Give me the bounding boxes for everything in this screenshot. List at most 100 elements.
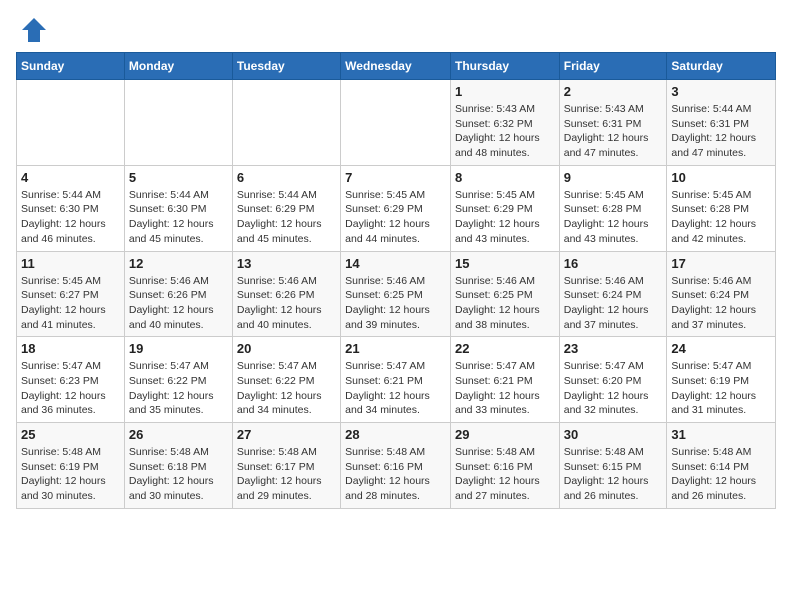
day-info: Sunrise: 5:47 AM Sunset: 6:20 PM Dayligh… <box>564 359 663 418</box>
week-row-1: 1 Sunrise: 5:43 AM Sunset: 6:32 PM Daylig… <box>17 80 776 166</box>
week-row-3: 11Sunrise: 5:45 AM Sunset: 6:27 PM Dayli… <box>17 251 776 337</box>
calendar-cell: 2 Sunrise: 5:43 AM Sunset: 6:31 PM Daylig… <box>559 80 667 166</box>
day-info: Sunrise: 5:48 AM Sunset: 6:17 PM Dayligh… <box>237 445 336 504</box>
calendar-cell: 16 Sunrise: 5:46 AM Sunset: 6:24 PM Dayli… <box>559 251 667 337</box>
calendar-cell: 22Sunrise: 5:47 AM Sunset: 6:21 PM Dayli… <box>450 337 559 423</box>
day-number: 20 <box>237 341 336 356</box>
day-number: 30 <box>564 427 663 442</box>
calendar-cell: 25 Sunrise: 5:48 AM Sunset: 6:19 PM Dayli… <box>17 423 125 509</box>
day-number: 29 <box>455 427 555 442</box>
day-info: Sunrise: 5:46 AM Sunset: 6:26 PM Dayligh… <box>129 274 228 333</box>
day-number: 7 <box>345 170 446 185</box>
day-number: 15 <box>455 256 555 271</box>
calendar-cell <box>341 80 451 166</box>
day-info: Sunrise: 5:48 AM Sunset: 6:15 PM Dayligh… <box>564 445 663 504</box>
day-number: 26 <box>129 427 228 442</box>
day-info: Sunrise: 5:46 AM Sunset: 6:24 PM Dayligh… <box>671 274 771 333</box>
day-info: Sunrise: 5:47 AM Sunset: 6:22 PM Dayligh… <box>237 359 336 418</box>
day-info: Sunrise: 5:45 AM Sunset: 6:28 PM Dayligh… <box>671 188 771 247</box>
calendar-cell: 10 Sunrise: 5:45 AM Sunset: 6:28 PM Dayli… <box>667 165 776 251</box>
header-monday: Monday <box>124 53 232 80</box>
header-sunday: Sunday <box>17 53 125 80</box>
day-number: 3 <box>671 84 771 99</box>
day-number: 2 <box>564 84 663 99</box>
calendar-cell: 14Sunrise: 5:46 AM Sunset: 6:25 PM Dayli… <box>341 251 451 337</box>
calendar-cell <box>232 80 340 166</box>
day-info: Sunrise: 5:45 AM Sunset: 6:29 PM Dayligh… <box>455 188 555 247</box>
calendar-cell: 8 Sunrise: 5:45 AM Sunset: 6:29 PM Daylig… <box>450 165 559 251</box>
day-info: Sunrise: 5:43 AM Sunset: 6:31 PM Dayligh… <box>564 102 663 161</box>
calendar-cell: 23 Sunrise: 5:47 AM Sunset: 6:20 PM Dayli… <box>559 337 667 423</box>
day-number: 19 <box>129 341 228 356</box>
day-number: 18 <box>21 341 120 356</box>
calendar-table: SundayMondayTuesdayWednesdayThursdayFrid… <box>16 52 776 509</box>
logo <box>16 16 48 44</box>
calendar-cell <box>124 80 232 166</box>
calendar-cell: 30 Sunrise: 5:48 AM Sunset: 6:15 PM Dayli… <box>559 423 667 509</box>
day-info: Sunrise: 5:46 AM Sunset: 6:25 PM Dayligh… <box>345 274 446 333</box>
day-info: Sunrise: 5:44 AM Sunset: 6:29 PM Dayligh… <box>237 188 336 247</box>
logo-icon <box>20 16 48 44</box>
day-info: Sunrise: 5:45 AM Sunset: 6:28 PM Dayligh… <box>564 188 663 247</box>
day-info: Sunrise: 5:44 AM Sunset: 6:31 PM Dayligh… <box>671 102 771 161</box>
calendar-cell: 9 Sunrise: 5:45 AM Sunset: 6:28 PM Daylig… <box>559 165 667 251</box>
calendar-cell: 11Sunrise: 5:45 AM Sunset: 6:27 PM Dayli… <box>17 251 125 337</box>
week-row-2: 4 Sunrise: 5:44 AM Sunset: 6:30 PM Daylig… <box>17 165 776 251</box>
day-info: Sunrise: 5:44 AM Sunset: 6:30 PM Dayligh… <box>21 188 120 247</box>
calendar-cell: 13Sunrise: 5:46 AM Sunset: 6:26 PM Dayli… <box>232 251 340 337</box>
day-info: Sunrise: 5:44 AM Sunset: 6:30 PM Dayligh… <box>129 188 228 247</box>
day-info: Sunrise: 5:46 AM Sunset: 6:25 PM Dayligh… <box>455 274 555 333</box>
day-info: Sunrise: 5:43 AM Sunset: 6:32 PM Dayligh… <box>455 102 555 161</box>
header-wednesday: Wednesday <box>341 53 451 80</box>
day-info: Sunrise: 5:47 AM Sunset: 6:21 PM Dayligh… <box>345 359 446 418</box>
calendar-cell: 6 Sunrise: 5:44 AM Sunset: 6:29 PM Daylig… <box>232 165 340 251</box>
day-info: Sunrise: 5:46 AM Sunset: 6:24 PM Dayligh… <box>564 274 663 333</box>
day-number: 23 <box>564 341 663 356</box>
day-info: Sunrise: 5:48 AM Sunset: 6:14 PM Dayligh… <box>671 445 771 504</box>
header-thursday: Thursday <box>450 53 559 80</box>
day-number: 6 <box>237 170 336 185</box>
calendar-cell: 26 Sunrise: 5:48 AM Sunset: 6:18 PM Dayli… <box>124 423 232 509</box>
calendar-cell: 4 Sunrise: 5:44 AM Sunset: 6:30 PM Daylig… <box>17 165 125 251</box>
calendar-cell: 5 Sunrise: 5:44 AM Sunset: 6:30 PM Daylig… <box>124 165 232 251</box>
day-number: 5 <box>129 170 228 185</box>
calendar-cell: 28Sunrise: 5:48 AM Sunset: 6:16 PM Dayli… <box>341 423 451 509</box>
calendar-cell: 19 Sunrise: 5:47 AM Sunset: 6:22 PM Dayli… <box>124 337 232 423</box>
day-info: Sunrise: 5:48 AM Sunset: 6:19 PM Dayligh… <box>21 445 120 504</box>
calendar-cell: 17 Sunrise: 5:46 AM Sunset: 6:24 PM Dayli… <box>667 251 776 337</box>
calendar-cell: 27Sunrise: 5:48 AM Sunset: 6:17 PM Dayli… <box>232 423 340 509</box>
day-number: 1 <box>455 84 555 99</box>
calendar-cell: 20 Sunrise: 5:47 AM Sunset: 6:22 PM Dayli… <box>232 337 340 423</box>
day-number: 9 <box>564 170 663 185</box>
week-row-5: 25 Sunrise: 5:48 AM Sunset: 6:19 PM Dayli… <box>17 423 776 509</box>
header-friday: Friday <box>559 53 667 80</box>
calendar-cell: 3 Sunrise: 5:44 AM Sunset: 6:31 PM Daylig… <box>667 80 776 166</box>
day-number: 10 <box>671 170 771 185</box>
day-info: Sunrise: 5:47 AM Sunset: 6:19 PM Dayligh… <box>671 359 771 418</box>
calendar-cell: 18Sunrise: 5:47 AM Sunset: 6:23 PM Dayli… <box>17 337 125 423</box>
day-info: Sunrise: 5:48 AM Sunset: 6:18 PM Dayligh… <box>129 445 228 504</box>
calendar-cell: 24Sunrise: 5:47 AM Sunset: 6:19 PM Dayli… <box>667 337 776 423</box>
header-row: SundayMondayTuesdayWednesdayThursdayFrid… <box>17 53 776 80</box>
day-number: 31 <box>671 427 771 442</box>
day-number: 16 <box>564 256 663 271</box>
calendar-cell: 21 Sunrise: 5:47 AM Sunset: 6:21 PM Dayli… <box>341 337 451 423</box>
day-info: Sunrise: 5:46 AM Sunset: 6:26 PM Dayligh… <box>237 274 336 333</box>
day-number: 4 <box>21 170 120 185</box>
day-info: Sunrise: 5:47 AM Sunset: 6:22 PM Dayligh… <box>129 359 228 418</box>
day-info: Sunrise: 5:48 AM Sunset: 6:16 PM Dayligh… <box>345 445 446 504</box>
day-number: 21 <box>345 341 446 356</box>
week-row-4: 18Sunrise: 5:47 AM Sunset: 6:23 PM Dayli… <box>17 337 776 423</box>
day-info: Sunrise: 5:45 AM Sunset: 6:29 PM Dayligh… <box>345 188 446 247</box>
day-number: 25 <box>21 427 120 442</box>
calendar-cell <box>17 80 125 166</box>
page-header <box>16 16 776 44</box>
day-info: Sunrise: 5:48 AM Sunset: 6:16 PM Dayligh… <box>455 445 555 504</box>
day-number: 17 <box>671 256 771 271</box>
header-saturday: Saturday <box>667 53 776 80</box>
calendar-cell: 29 Sunrise: 5:48 AM Sunset: 6:16 PM Dayli… <box>450 423 559 509</box>
calendar-cell: 7 Sunrise: 5:45 AM Sunset: 6:29 PM Daylig… <box>341 165 451 251</box>
day-info: Sunrise: 5:45 AM Sunset: 6:27 PM Dayligh… <box>21 274 120 333</box>
day-info: Sunrise: 5:47 AM Sunset: 6:21 PM Dayligh… <box>455 359 555 418</box>
day-number: 8 <box>455 170 555 185</box>
